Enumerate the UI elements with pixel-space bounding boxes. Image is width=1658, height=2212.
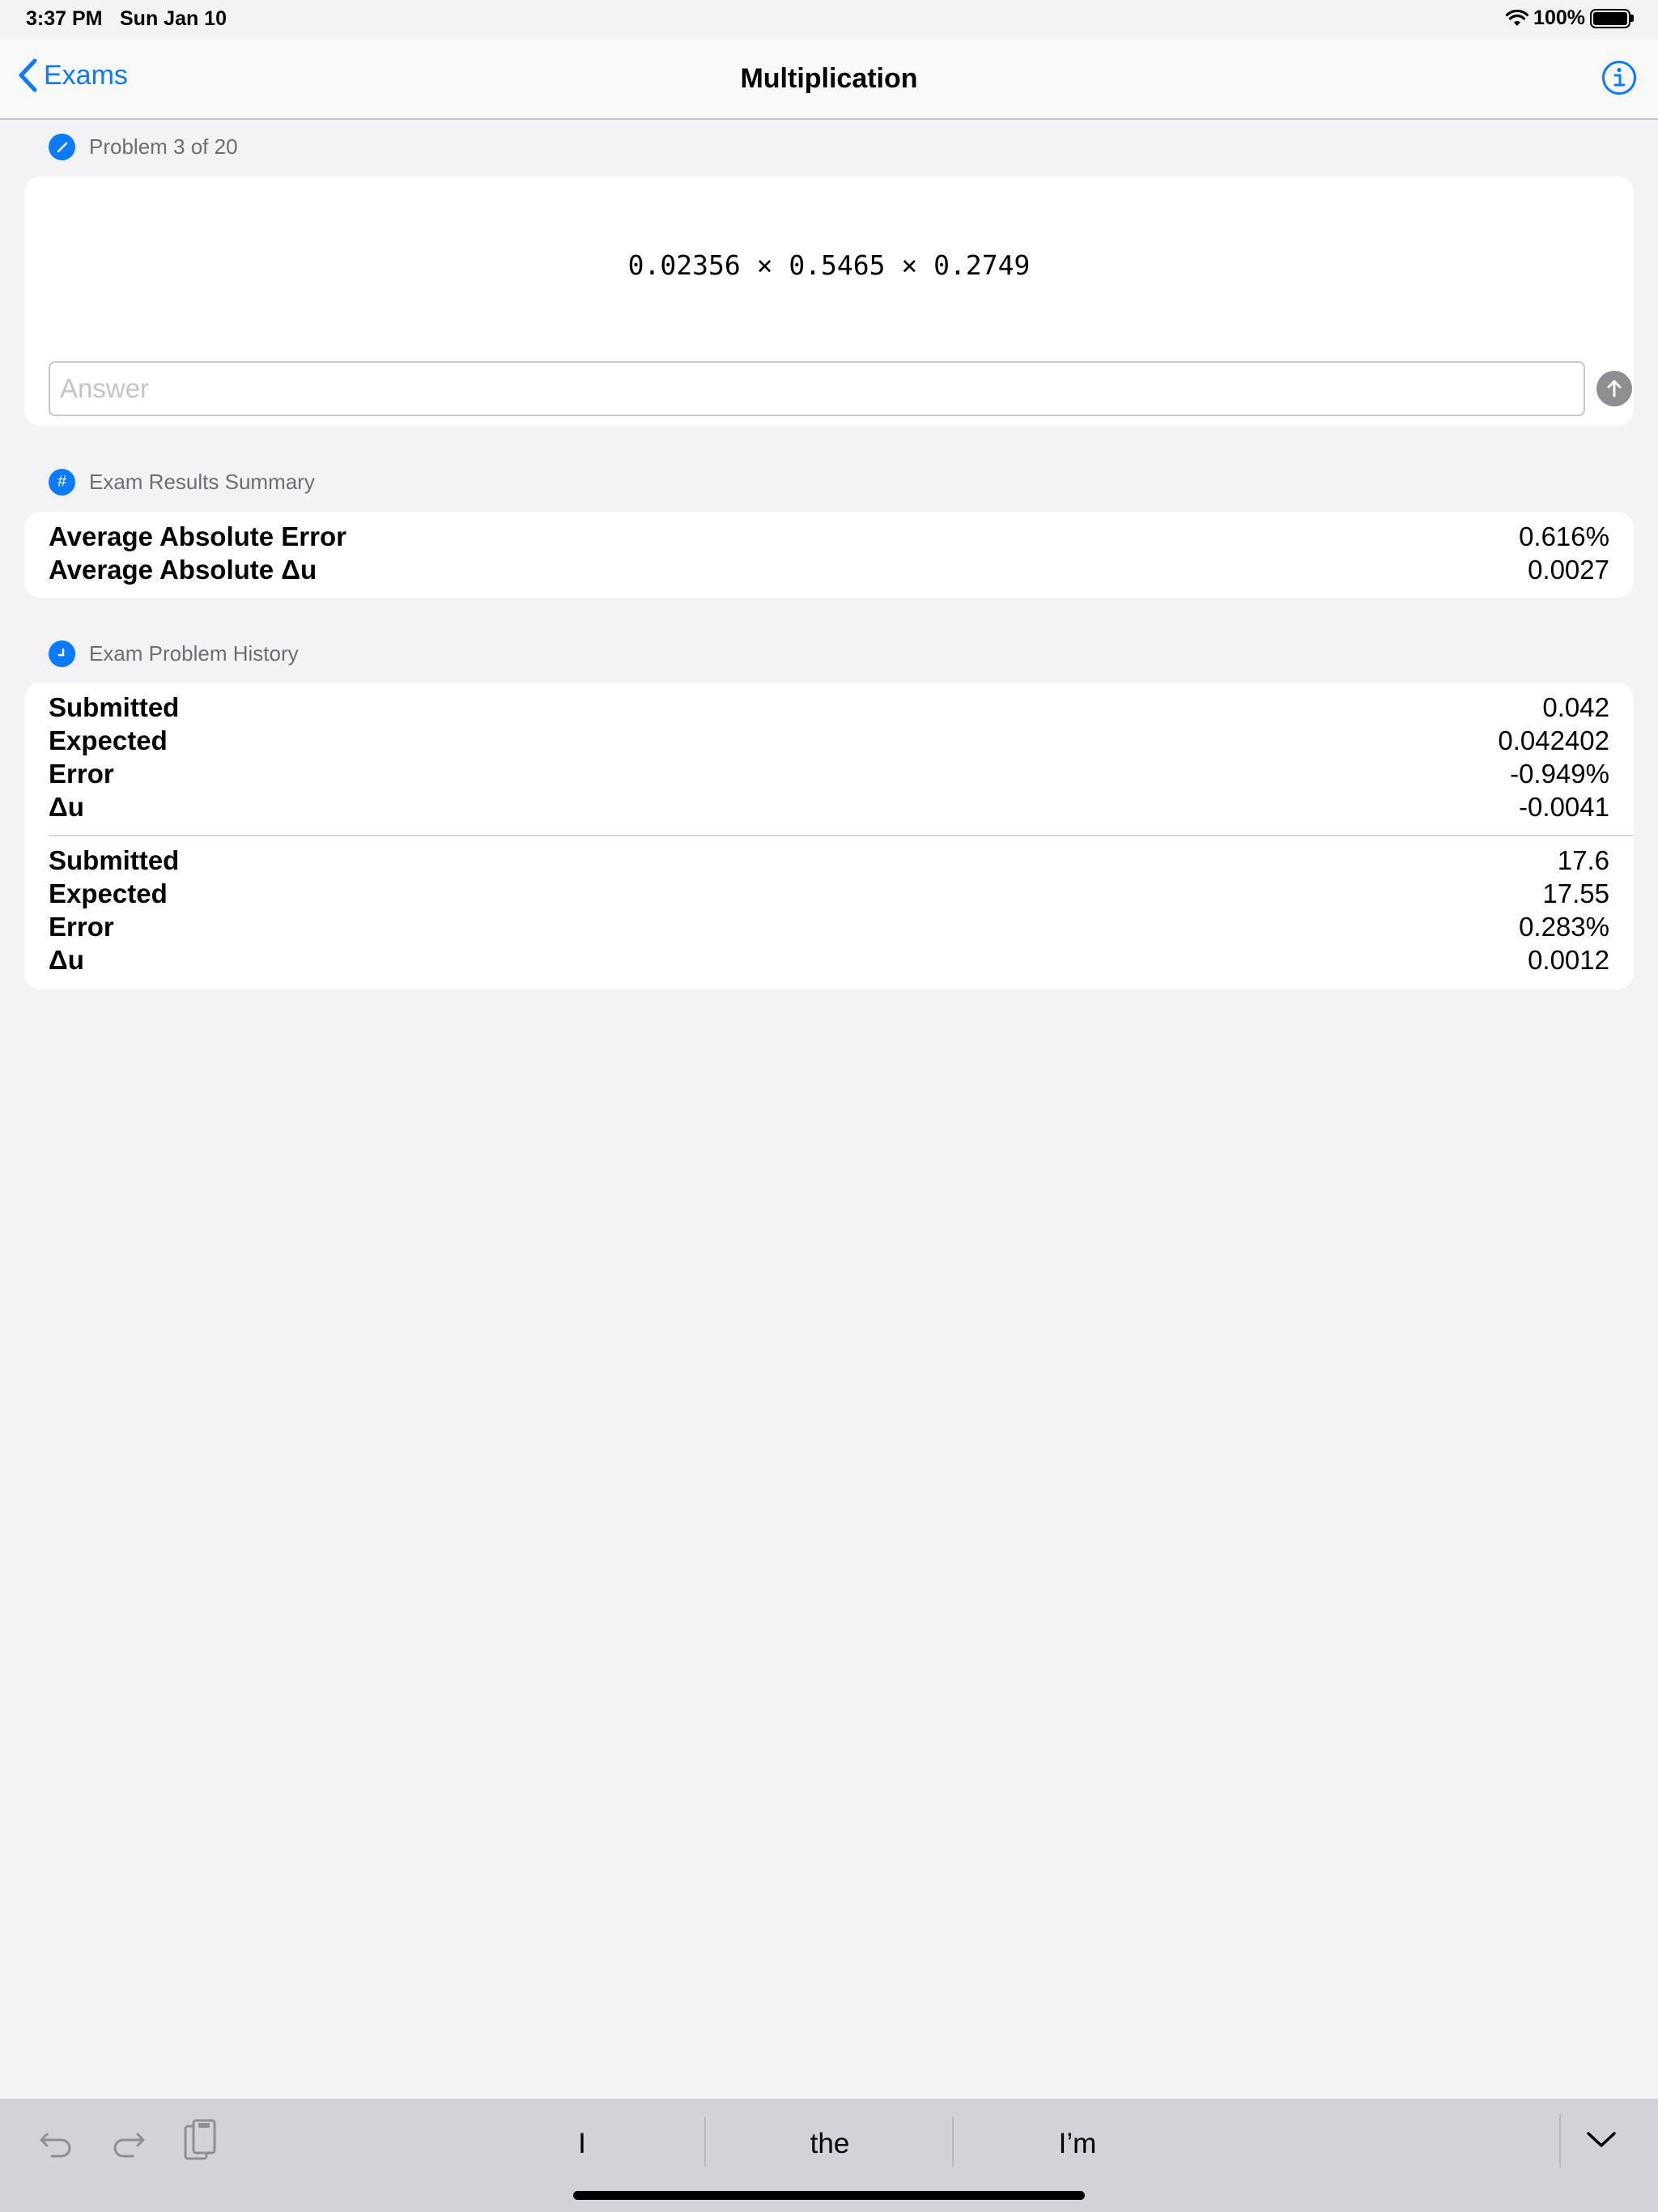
status-bar: 3:37 PM Sun Jan 10 100%	[0, 0, 1658, 39]
redo-icon	[113, 2133, 145, 2158]
history-card: Submitted 0.042 Expected 0.042402 Error …	[24, 683, 1634, 989]
summary-value: 0.0027	[1528, 555, 1609, 585]
history-label: Error	[49, 759, 114, 789]
info-button[interactable]	[1601, 60, 1637, 100]
arrow-up-icon	[1607, 380, 1622, 398]
history-divider	[49, 835, 1634, 836]
suggestion-item[interactable]: I	[458, 2120, 706, 2168]
undo-button[interactable]	[37, 2123, 76, 2166]
clock-icon	[49, 640, 75, 667]
suggestion-item[interactable]: the	[706, 2120, 954, 2168]
suggestion-item[interactable]: I’m	[954, 2120, 1201, 2168]
problem-expression: 0.02356 × 0.5465 × 0.2749	[627, 249, 1031, 281]
battery-icon	[1590, 8, 1634, 28]
battery-percent: 100%	[1533, 6, 1585, 29]
hash-icon: #	[49, 469, 75, 496]
summary-row: Average Absolute Δu 0.0027	[49, 555, 1609, 585]
paste-icon	[184, 2119, 216, 2160]
info-icon	[1602, 61, 1636, 95]
submit-answer-button[interactable]	[1596, 371, 1632, 406]
summary-section-header: # Exam Results Summary	[49, 469, 315, 496]
redo-button[interactable]	[108, 2123, 147, 2166]
summary-label: Average Absolute Δu	[49, 555, 317, 585]
history-value: 0.042402	[1498, 725, 1609, 755]
history-row-error: Error -0.949%	[49, 759, 1609, 789]
history-row-delta: Δu 0.0012	[49, 945, 1609, 976]
status-indicators: 100%	[1506, 6, 1634, 30]
history-section-header: Exam Problem History	[49, 640, 299, 667]
history-value: 17.55	[1542, 878, 1609, 908]
wifi-icon	[1506, 9, 1529, 26]
status-date: Sun Jan 10	[120, 7, 227, 30]
summary-row: Average Absolute Error 0.616%	[49, 521, 1609, 552]
paste-button[interactable]	[181, 2118, 220, 2167]
history-label: Error	[49, 912, 114, 942]
history-value: 0.0012	[1528, 945, 1609, 975]
chevron-down-icon	[1587, 2132, 1616, 2147]
history-row-submitted: Submitted 0.042	[49, 692, 1609, 723]
history-label: Δu	[49, 792, 84, 822]
history-label: Submitted	[49, 845, 180, 875]
toolbar-divider	[1559, 2113, 1561, 2168]
history-row-submitted: Submitted 17.6	[49, 845, 1609, 876]
answer-input[interactable]	[49, 361, 1585, 416]
page-title: Multiplication	[740, 63, 918, 94]
pencil-icon	[49, 134, 75, 160]
status-time: 3:37 PM	[26, 7, 103, 30]
dismiss-keyboard-button[interactable]	[1585, 2129, 1618, 2155]
summary-header-label: Exam Results Summary	[89, 470, 315, 494]
summary-value: 0.616%	[1519, 521, 1609, 551]
problem-counter: Problem 3 of 20	[89, 134, 238, 159]
history-value: -0.0041	[1519, 792, 1609, 822]
history-label: Expected	[49, 878, 168, 908]
problem-card: 0.02356 × 0.5465 × 0.2749	[24, 177, 1634, 426]
navigation-bar: Exams Multiplication	[0, 39, 1658, 120]
summary-card: Average Absolute Error 0.616% Average Ab…	[24, 512, 1634, 598]
history-value: 0.042	[1542, 692, 1609, 722]
history-row-expected: Expected 17.55	[49, 878, 1609, 909]
history-label: Δu	[49, 945, 84, 975]
history-label: Expected	[49, 725, 168, 755]
problem-section-header: Problem 3 of 20	[49, 134, 238, 160]
history-value: -0.949%	[1510, 759, 1609, 789]
summary-label: Average Absolute Error	[49, 521, 346, 551]
history-row-error: Error 0.283%	[49, 912, 1609, 942]
undo-icon	[40, 2133, 71, 2158]
history-label: Submitted	[49, 692, 180, 722]
home-indicator[interactable]	[573, 2191, 1085, 2200]
history-value: 17.6	[1557, 845, 1609, 875]
history-row-delta: Δu -0.0041	[49, 792, 1609, 823]
history-row-expected: Expected 0.042402	[49, 725, 1609, 756]
history-value: 0.283%	[1519, 912, 1609, 942]
history-header-label: Exam Problem History	[89, 641, 299, 666]
